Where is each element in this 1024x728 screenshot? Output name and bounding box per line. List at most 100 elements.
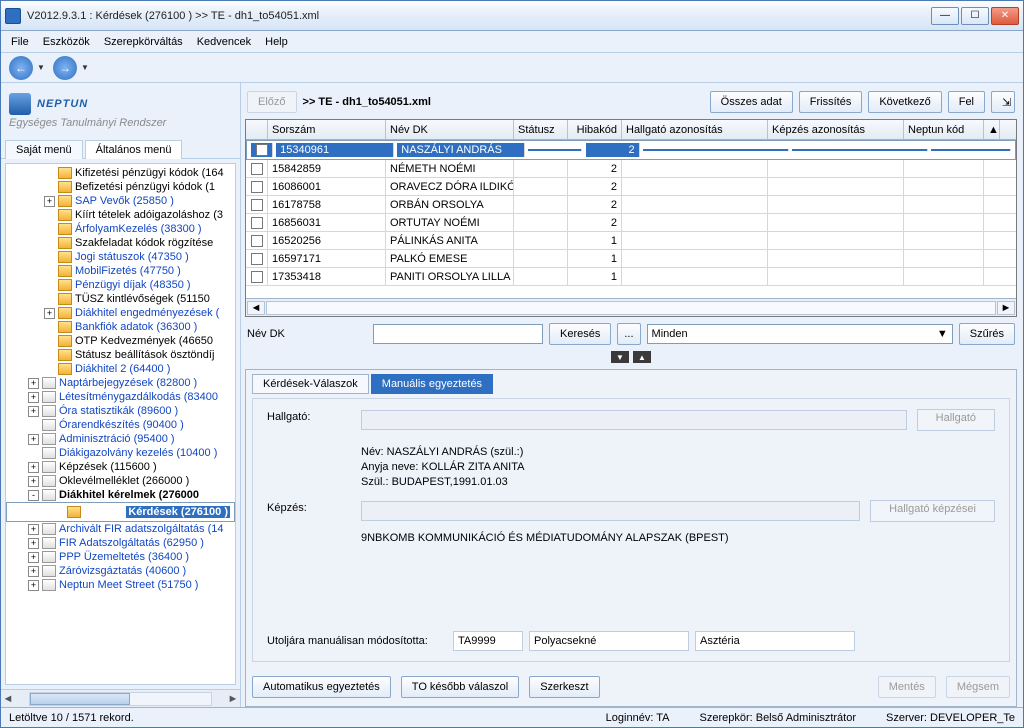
expander-icon[interactable]: + <box>28 476 39 487</box>
tree-node[interactable]: TÜSZ kintlévőségek (51150 <box>6 292 235 306</box>
nav-back-drop-icon[interactable]: ▼ <box>37 63 49 72</box>
maximize-button[interactable]: ☐ <box>961 7 989 25</box>
tree-node[interactable]: Szakfeladat kódok rögzítése <box>6 236 235 250</box>
expander-icon[interactable]: + <box>28 566 39 577</box>
col-neptun[interactable]: Neptun kód <box>904 120 984 139</box>
tree-node[interactable]: OTP Kedvezmények (46650 <box>6 334 235 348</box>
col-sorszam[interactable]: Sorszám <box>268 120 386 139</box>
expander-icon[interactable]: + <box>44 196 55 207</box>
table-row[interactable]: 16520256PÁLINKÁS ANITA1 <box>246 232 1016 250</box>
tree-node[interactable]: +SAP Vevők (25850 ) <box>6 194 235 208</box>
menu-favorites[interactable]: Kedvencek <box>197 36 251 48</box>
grid-scroll-left-icon[interactable]: ◄ <box>247 301 265 315</box>
expander-icon[interactable]: + <box>28 524 39 535</box>
expander-icon[interactable]: + <box>28 434 39 445</box>
collapse-down-icon[interactable]: ▼ <box>611 351 629 363</box>
save-button[interactable]: Mentés <box>878 676 936 698</box>
tree-node[interactable]: Órarendkészítés (90400 ) <box>6 418 235 432</box>
table-row[interactable]: 16597171PALKÓ EMESE1 <box>246 250 1016 268</box>
collapse-up-icon[interactable]: ▲ <box>633 351 651 363</box>
tree-node[interactable]: +Záróvizsgáztatás (40600 ) <box>6 564 235 578</box>
nav-forward-drop-icon[interactable]: ▼ <box>81 63 93 72</box>
col-scroll-up-icon[interactable]: ▲ <box>984 120 1000 139</box>
nav-forward-button[interactable]: → <box>53 56 77 80</box>
tree-node[interactable]: Diákhitel 2 (64400 ) <box>6 362 235 376</box>
next-button[interactable]: Következő <box>868 91 941 113</box>
to-later-button[interactable]: TO később válaszol <box>401 676 519 698</box>
table-row[interactable]: 17353418PANITI ORSOLYA LILLA1 <box>246 268 1016 286</box>
filter-select[interactable]: Minden▼ <box>647 324 953 344</box>
table-row[interactable]: 16178758ORBÁN ORSOLYA2 <box>246 196 1016 214</box>
table-row[interactable]: 16086001ORAVECZ DÓRA ILDIKÓ2 <box>246 178 1016 196</box>
tree-node[interactable]: Státusz beállítások ösztöndíj <box>6 348 235 362</box>
tree-node[interactable]: +Archivált FIR adatszolgáltatás (14 <box>6 522 235 536</box>
row-checkbox[interactable] <box>251 217 263 229</box>
tree-node[interactable]: Bankfiók adatok (36300 ) <box>6 320 235 334</box>
tree-node[interactable]: +Diákhitel engedményezések ( <box>6 306 235 320</box>
nav-tree[interactable]: Kifizetési pénzügyi kódok (164Befizetési… <box>5 163 236 685</box>
tree-node[interactable]: Kérdések (276100 ) <box>6 502 235 522</box>
kepzes-button[interactable]: Hallgató képzései <box>870 500 995 522</box>
tree-node[interactable]: +Oklevélmelléklet (266000 ) <box>6 474 235 488</box>
search-input[interactable] <box>373 324 543 344</box>
minimize-button[interactable]: — <box>931 7 959 25</box>
tree-node[interactable]: +FIR Adatszolgáltatás (62950 ) <box>6 536 235 550</box>
expander-icon[interactable]: + <box>28 552 39 563</box>
col-nev[interactable]: Név DK <box>386 120 514 139</box>
table-row[interactable]: 15842859NÉMETH NOÉMI2 <box>246 160 1016 178</box>
row-checkbox[interactable] <box>251 181 263 193</box>
menu-roles[interactable]: Szerepkörváltás <box>104 36 183 48</box>
expander-icon[interactable]: + <box>28 462 39 473</box>
tree-node[interactable]: ÁrfolyamKezelés (38300 ) <box>6 222 235 236</box>
tree-node[interactable]: MobilFizetés (47750 ) <box>6 264 235 278</box>
search-button[interactable]: Keresés <box>549 323 611 345</box>
edit-button[interactable]: Szerkeszt <box>529 676 599 698</box>
cancel-button[interactable]: Mégsem <box>946 676 1010 698</box>
tree-node[interactable]: +Létesítménygazdálkodás (83400 <box>6 390 235 404</box>
menu-tools[interactable]: Eszközök <box>43 36 90 48</box>
row-checkbox[interactable] <box>251 199 263 211</box>
tree-node[interactable]: Pénzügyi díjak (48350 ) <box>6 278 235 292</box>
filter-button[interactable]: Szűrés <box>959 323 1015 345</box>
close-button[interactable]: ✕ <box>991 7 1019 25</box>
grid-scroll-right-icon[interactable]: ► <box>997 301 1015 315</box>
tab-kerdesek[interactable]: Kérdések-Válaszok <box>252 374 369 394</box>
hallgato-button[interactable]: Hallgató <box>917 409 995 431</box>
auto-match-button[interactable]: Automatikus egyeztetés <box>252 676 391 698</box>
row-checkbox[interactable] <box>251 271 263 283</box>
expander-icon[interactable]: + <box>28 538 39 549</box>
tree-node[interactable]: -Diákhitel kérelmek (276000 <box>6 488 235 502</box>
table-row[interactable]: 16856031ORTUTAY NOÉMI2 <box>246 214 1016 232</box>
menu-file[interactable]: File <box>11 36 29 48</box>
pin-icon[interactable]: ⇲ <box>991 91 1015 113</box>
tree-node[interactable]: +Naptárbejegyzések (82800 ) <box>6 376 235 390</box>
col-hibakod[interactable]: Hibakód <box>568 120 622 139</box>
tab-general-menu[interactable]: Általános menü <box>85 140 183 159</box>
tab-manualis[interactable]: Manuális egyeztetés <box>371 374 493 394</box>
expander-icon[interactable]: + <box>28 392 39 403</box>
row-checkbox[interactable] <box>256 144 268 156</box>
scroll-right-icon[interactable]: ► <box>226 693 240 705</box>
prev-button[interactable]: Előző <box>247 91 297 113</box>
col-kepzes[interactable]: Képzés azonosítás <box>768 120 904 139</box>
expander-icon[interactable]: + <box>28 580 39 591</box>
row-checkbox[interactable] <box>251 235 263 247</box>
col-hallg[interactable]: Hallgató azonosítás <box>622 120 768 139</box>
row-checkbox[interactable] <box>251 253 263 265</box>
tab-own-menu[interactable]: Saját menü <box>5 140 83 159</box>
nav-back-button[interactable]: ← <box>9 56 33 80</box>
row-checkbox[interactable] <box>251 163 263 175</box>
refresh-button[interactable]: Frissítés <box>799 91 863 113</box>
up-button[interactable]: Fel <box>948 91 985 113</box>
tree-node[interactable]: +Neptun Meet Street (51750 ) <box>6 578 235 592</box>
scroll-left-icon[interactable]: ◄ <box>1 693 15 705</box>
tree-node[interactable]: Jogi státuszok (47350 ) <box>6 250 235 264</box>
expander-icon[interactable]: - <box>28 490 39 501</box>
search-more-button[interactable]: ... <box>617 323 640 345</box>
tree-node[interactable]: Kíírt tételek adóigazoláshoz (3 <box>6 208 235 222</box>
tree-node[interactable]: +Képzések (115600 ) <box>6 460 235 474</box>
tree-node[interactable]: +PPP Üzemeltetés (36400 ) <box>6 550 235 564</box>
expander-icon[interactable]: + <box>28 378 39 389</box>
tree-hscroll[interactable]: ◄ ► <box>1 689 240 707</box>
expander-icon[interactable]: + <box>44 308 55 319</box>
